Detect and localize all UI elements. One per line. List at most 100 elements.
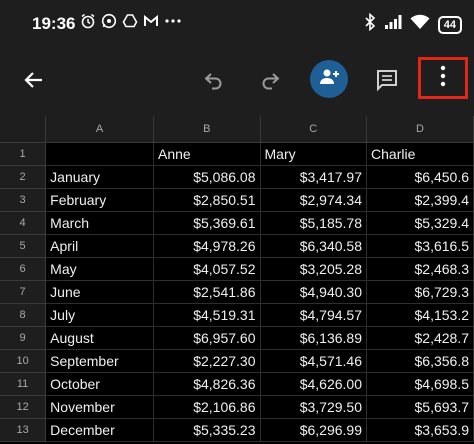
cell-b4[interactable]: $5,369.61 bbox=[153, 211, 261, 235]
cell-b2[interactable]: $5,086.08 bbox=[153, 165, 261, 189]
row-header[interactable]: 1 bbox=[0, 142, 47, 166]
notification-icons bbox=[80, 13, 182, 29]
sheets-toolbar bbox=[0, 50, 474, 116]
cell-b12[interactable]: $2,106.86 bbox=[153, 395, 261, 419]
cell-a8[interactable]: July bbox=[45, 303, 155, 327]
table-row: 8 July $4,519.31 $4,794.57 $4,153.2 bbox=[0, 303, 474, 327]
cell-b5[interactable]: $4,978.26 bbox=[153, 234, 261, 258]
row-header[interactable]: 8 bbox=[0, 303, 47, 327]
row-header[interactable]: 7 bbox=[0, 280, 47, 304]
cell-a2[interactable]: January bbox=[45, 165, 155, 189]
cell-a6[interactable]: May bbox=[45, 257, 155, 281]
cell-d5[interactable]: $3,616.5 bbox=[366, 234, 474, 258]
spreadsheet-grid[interactable]: A B C D 1 Anne Mary Charlie 2 January $5,086.… bbox=[0, 116, 474, 444]
cell-b1[interactable]: Anne bbox=[153, 142, 261, 166]
more-notifications-icon bbox=[164, 13, 182, 29]
row-header[interactable]: 3 bbox=[0, 188, 47, 212]
more-vertical-icon bbox=[439, 65, 447, 92]
cell-a3[interactable]: February bbox=[45, 188, 155, 212]
cell-a11[interactable]: October bbox=[45, 372, 155, 396]
cell-b3[interactable]: $2,850.51 bbox=[153, 188, 261, 212]
row-header[interactable]: 6 bbox=[0, 257, 47, 281]
cell-c8[interactable]: $4,794.57 bbox=[260, 303, 368, 327]
column-header-a[interactable]: A bbox=[45, 116, 155, 143]
redo-button[interactable] bbox=[254, 64, 286, 96]
table-row: 7 June $2,541.86 $4,940.30 $6,729.3 bbox=[0, 280, 474, 304]
select-all-corner[interactable] bbox=[0, 116, 47, 143]
table-row: 5 April $4,978.26 $6,340.58 $3,616.5 bbox=[0, 234, 474, 258]
cell-c6[interactable]: $3,205.28 bbox=[260, 257, 368, 281]
row-header[interactable]: 9 bbox=[0, 326, 47, 350]
cell-c2[interactable]: $3,417.97 bbox=[260, 165, 368, 189]
cell-a10[interactable]: September bbox=[45, 349, 155, 373]
cell-c1[interactable]: Mary bbox=[260, 142, 368, 166]
column-header-c[interactable]: C bbox=[260, 116, 368, 143]
cell-d6[interactable]: $2,468.3 bbox=[366, 257, 474, 281]
table-row: 11 October $4,826.36 $4,626.00 $4,698.5 bbox=[0, 372, 474, 396]
add-person-icon bbox=[318, 66, 340, 93]
cell-b13[interactable]: $5,335.23 bbox=[153, 418, 261, 442]
table-row: 2 January $5,086.08 $3,417.97 $6,450.6 bbox=[0, 165, 474, 189]
row-header[interactable]: 5 bbox=[0, 234, 47, 258]
row-header[interactable]: 12 bbox=[0, 395, 47, 419]
cell-a9[interactable]: August bbox=[45, 326, 155, 350]
sheet-table: A B C D 1 Anne Mary Charlie 2 January $5,086.… bbox=[0, 116, 474, 442]
undo-icon bbox=[202, 68, 226, 92]
row-header[interactable]: 4 bbox=[0, 211, 47, 235]
share-add-person-button[interactable] bbox=[310, 60, 348, 98]
table-row: 9 August $6,957.60 $6,136.89 $2,428.7 bbox=[0, 326, 474, 350]
cell-d12[interactable]: $5,693.7 bbox=[366, 395, 474, 419]
cell-d11[interactable]: $4,698.5 bbox=[366, 372, 474, 396]
cell-d7[interactable]: $6,729.3 bbox=[366, 280, 474, 304]
table-row: 3 February $2,850.51 $2,974.34 $2,399.4 bbox=[0, 188, 474, 212]
cell-d4[interactable]: $5,329.4 bbox=[366, 211, 474, 235]
cell-d9[interactable]: $2,428.7 bbox=[366, 326, 474, 350]
more-options-button[interactable] bbox=[418, 57, 468, 99]
cell-a12[interactable]: November bbox=[45, 395, 155, 419]
cell-c13[interactable]: $6,296.99 bbox=[260, 418, 368, 442]
cell-d13[interactable]: $3,653.9 bbox=[366, 418, 474, 442]
undo-button[interactable] bbox=[198, 64, 230, 96]
cell-c9[interactable]: $6,136.89 bbox=[260, 326, 368, 350]
cell-b6[interactable]: $4,057.52 bbox=[153, 257, 261, 281]
row-header[interactable]: 13 bbox=[0, 418, 47, 442]
row-header[interactable]: 10 bbox=[0, 349, 47, 373]
table-row: 1 Anne Mary Charlie bbox=[0, 142, 474, 166]
table-row: 4 March $5,369.61 $5,185.78 $5,329.4 bbox=[0, 211, 474, 235]
cell-b9[interactable]: $6,957.60 bbox=[153, 326, 261, 350]
gmail-icon bbox=[143, 13, 159, 29]
cell-c3[interactable]: $2,974.34 bbox=[260, 188, 368, 212]
cell-a5[interactable]: April bbox=[45, 234, 155, 258]
column-header-d[interactable]: D bbox=[366, 116, 474, 143]
wifi-icon bbox=[410, 14, 430, 35]
row-header[interactable]: 2 bbox=[0, 165, 47, 189]
cell-c12[interactable]: $3,729.50 bbox=[260, 395, 368, 419]
cell-a4[interactable]: March bbox=[45, 211, 155, 235]
cell-c11[interactable]: $4,626.00 bbox=[260, 372, 368, 396]
back-button[interactable] bbox=[18, 64, 50, 96]
whatsapp-icon bbox=[101, 13, 117, 29]
signal-icon bbox=[384, 14, 402, 35]
row-header[interactable]: 11 bbox=[0, 372, 47, 396]
cell-b7[interactable]: $2,541.86 bbox=[153, 280, 261, 304]
cell-b11[interactable]: $4,826.36 bbox=[153, 372, 261, 396]
bluetooth-icon bbox=[364, 12, 376, 36]
battery-indicator: 44 bbox=[437, 15, 462, 34]
system-icons: 44 bbox=[364, 12, 462, 36]
cell-d3[interactable]: $2,399.4 bbox=[366, 188, 474, 212]
column-header-b[interactable]: B bbox=[153, 116, 261, 143]
cell-a1[interactable] bbox=[45, 142, 155, 166]
cell-d8[interactable]: $4,153.2 bbox=[366, 303, 474, 327]
cell-d2[interactable]: $6,450.6 bbox=[366, 165, 474, 189]
cell-a7[interactable]: June bbox=[45, 280, 155, 304]
cell-d10[interactable]: $6,356.8 bbox=[366, 349, 474, 373]
cell-c10[interactable]: $4,571.46 bbox=[260, 349, 368, 373]
cell-c5[interactable]: $6,340.58 bbox=[260, 234, 368, 258]
cell-d1[interactable]: Charlie bbox=[366, 142, 474, 166]
cell-b10[interactable]: $2,227.30 bbox=[153, 349, 261, 373]
cell-a13[interactable]: December bbox=[45, 418, 155, 442]
comments-button[interactable] bbox=[371, 64, 403, 96]
cell-b8[interactable]: $4,519.31 bbox=[153, 303, 261, 327]
cell-c7[interactable]: $4,940.30 bbox=[260, 280, 368, 304]
cell-c4[interactable]: $5,185.78 bbox=[260, 211, 368, 235]
